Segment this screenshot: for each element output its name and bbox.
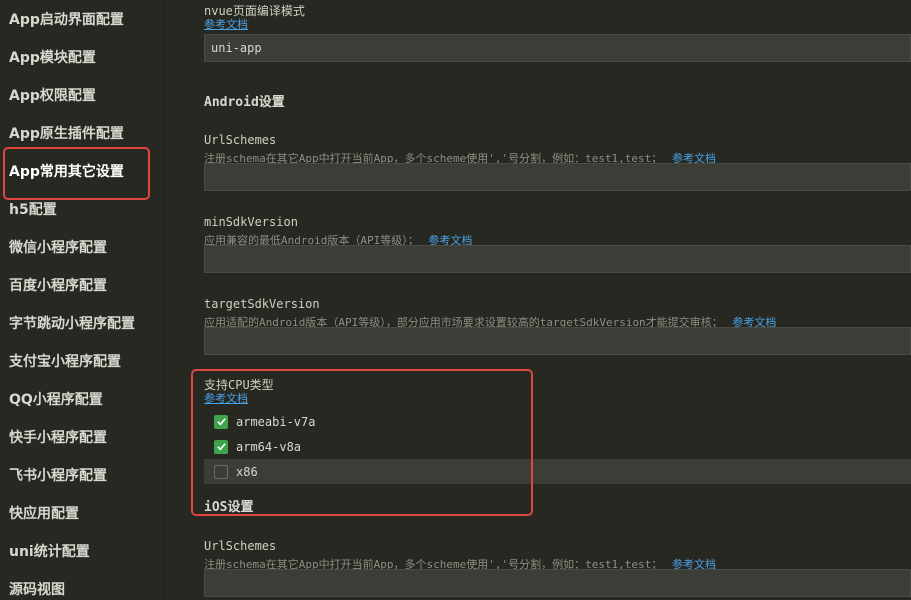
ios-section-title: iOS设置	[204, 500, 254, 515]
settings-panel: nvue页面编译模式 参考文档 uni-app Android设置 UrlSch…	[164, 0, 911, 597]
sidebar-item-weixin-mp[interactable]: 微信小程序配置	[9, 238, 107, 258]
checkbox-unchecked-icon[interactable]	[214, 464, 228, 479]
sidebar-item-lark-mp[interactable]: 飞书小程序配置	[9, 466, 107, 486]
sidebar-item-kuaishou-mp[interactable]: 快手小程序配置	[9, 428, 107, 448]
sidebar-item-app-other-settings[interactable]: App常用其它设置	[9, 162, 124, 182]
cpu-option-armeabi-v7a[interactable]: armeabi-v7a	[204, 409, 911, 434]
sidebar-item-uni-stat[interactable]: uni统计配置	[9, 542, 90, 562]
sidebar-item-h5[interactable]: h5配置	[9, 200, 57, 220]
sidebar-item-app-permissions[interactable]: App权限配置	[9, 86, 96, 106]
checkbox-checked-icon[interactable]	[214, 439, 228, 454]
nvue-compile-mode-select[interactable]: uni-app	[204, 34, 911, 62]
target-sdk-title: targetSdkVersion	[204, 297, 320, 311]
sidebar-item-source-view[interactable]: 源码视图	[9, 580, 65, 600]
cpu-option-arm64-v8a[interactable]: arm64-v8a	[204, 434, 911, 459]
cpu-type-doc-link[interactable]: 参考文档	[204, 392, 248, 406]
ios-urlschemes-title: UrlSchemes	[204, 539, 277, 553]
sidebar-item-baidu-mp[interactable]: 百度小程序配置	[9, 276, 107, 296]
sidebar-item-app-splash[interactable]: App启动界面配置	[9, 10, 124, 30]
android-urlschemes-title: UrlSchemes	[204, 133, 277, 147]
sidebar-item-qq-mp[interactable]: QQ小程序配置	[9, 390, 103, 410]
cpu-option-label: armeabi-v7a	[236, 414, 316, 429]
cpu-option-label: x86	[236, 464, 258, 479]
ios-urlschemes-input[interactable]	[204, 569, 911, 597]
android-urlschemes-input[interactable]	[204, 163, 911, 191]
cpu-option-label: arm64-v8a	[236, 439, 302, 454]
checkbox-checked-icon[interactable]	[214, 414, 228, 429]
nvue-doc-link[interactable]: 参考文档	[204, 18, 248, 32]
sidebar-item-app-native-plugins[interactable]: App原生插件配置	[9, 124, 124, 144]
sidebar-item-toutiao-mp[interactable]: 字节跳动小程序配置	[9, 314, 135, 334]
cpu-option-x86[interactable]: x86	[204, 459, 911, 484]
sidebar: App启动界面配置 App模块配置 App权限配置 App原生插件配置 App常…	[0, 0, 164, 600]
min-sdk-input[interactable]	[204, 245, 911, 273]
cpu-type-title: 支持CPU类型	[204, 378, 274, 392]
target-sdk-input[interactable]	[204, 327, 911, 355]
cpu-type-list: armeabi-v7a arm64-v8a x86	[204, 409, 911, 484]
sidebar-item-app-modules[interactable]: App模块配置	[9, 48, 96, 68]
sidebar-item-alipay-mp[interactable]: 支付宝小程序配置	[9, 352, 121, 372]
min-sdk-title: minSdkVersion	[204, 215, 298, 229]
sidebar-item-quickapp[interactable]: 快应用配置	[9, 504, 79, 524]
nvue-compile-mode-title: nvue页面编译模式	[204, 4, 305, 18]
android-section-title: Android设置	[204, 95, 285, 110]
